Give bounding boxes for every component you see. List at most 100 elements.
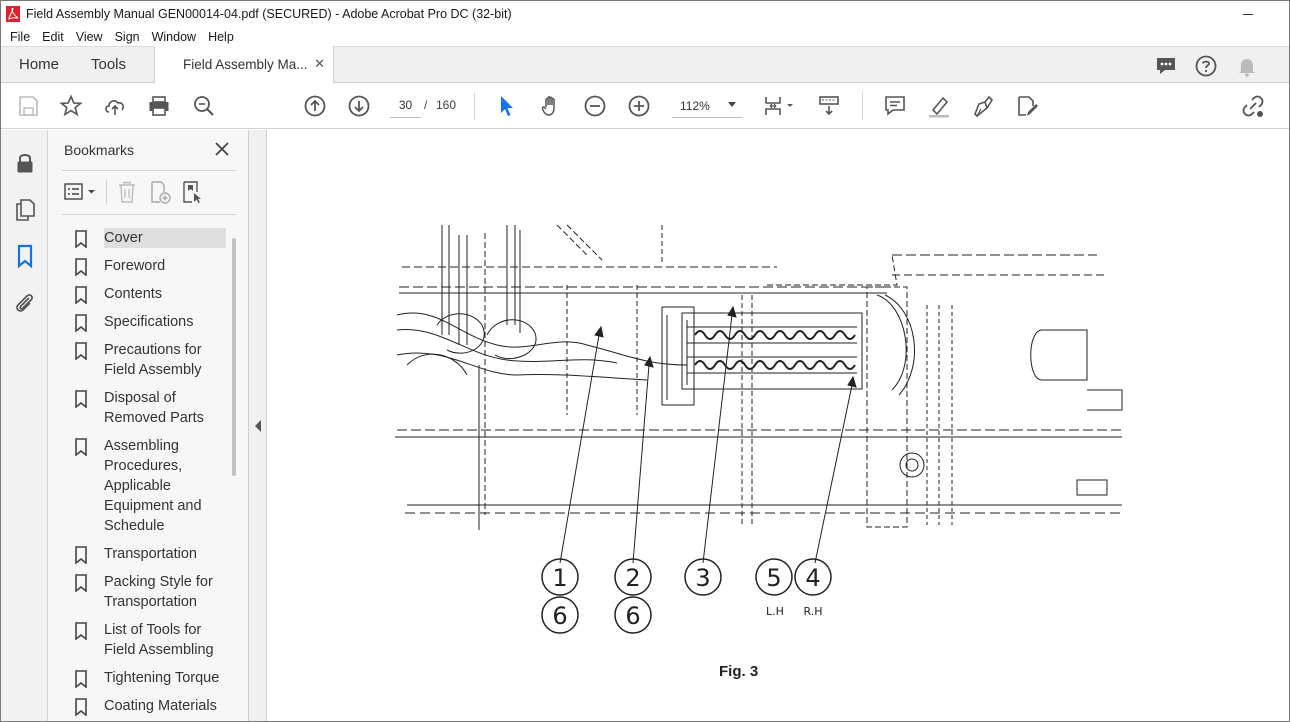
bookmark-item-contents[interactable]: Contents [74, 281, 232, 309]
highlight-icon[interactable] [927, 94, 951, 118]
menu-edit[interactable]: Edit [36, 30, 70, 44]
tab-bar: Home Tools Field Assembly Ma... ✕ [1, 46, 1289, 83]
bookmark-list: Cover Foreword Contents Specifications P… [74, 225, 232, 721]
bookmark-item-cover[interactable]: Cover [74, 225, 232, 253]
expand-bookmark-icon[interactable] [180, 180, 204, 204]
tab-document[interactable]: Field Assembly Ma... ✕ [154, 46, 334, 83]
bookmark-label: Cover [104, 228, 226, 248]
previous-page-icon[interactable] [303, 94, 327, 118]
scroll-mode-icon[interactable] [817, 94, 841, 118]
bookmark-icon [75, 698, 87, 716]
tab-home[interactable]: Home [19, 56, 59, 73]
bookmarks-panel: Bookmarks Cover Foreword Contents Specif… [48, 130, 249, 721]
minimize-button[interactable] [1233, 3, 1263, 25]
toolbar-divider [862, 92, 863, 120]
bookmark-label: Precautions for Field Assembly [104, 342, 202, 378]
document-view[interactable]: 1 6 2 6 3 5 4 L.H R.H Fig. 3 [267, 130, 1289, 721]
bookmark-icon [75, 574, 87, 592]
bookmark-icon [75, 258, 87, 276]
navigation-rail [1, 130, 48, 721]
panel-divider [62, 170, 236, 171]
share-link-icon[interactable] [1241, 94, 1265, 118]
bookmark-label: Tightening Torque [104, 670, 220, 686]
bookmark-item-assembling[interactable]: Assembling Procedures, Applicable Equipm… [74, 433, 232, 541]
menu-view[interactable]: View [70, 30, 109, 44]
collapse-panel-icon[interactable] [255, 420, 261, 432]
tab-tools[interactable]: Tools [91, 56, 126, 73]
chevron-down-icon [728, 102, 736, 107]
bookmark-icon [75, 286, 87, 304]
bookmark-icon [75, 622, 87, 640]
new-bookmark-icon[interactable] [148, 180, 172, 204]
close-panel-icon[interactable] [212, 139, 232, 159]
main-toolbar: 30 / 160 112% [1, 83, 1289, 129]
bookmark-item-specifications[interactable]: Specifications [74, 309, 232, 337]
notifications-bell-icon[interactable] [1235, 54, 1259, 78]
zoom-in-icon[interactable] [627, 94, 651, 118]
bookmark-scrollbar[interactable] [232, 238, 236, 476]
callout-number: 1 [552, 564, 567, 592]
bookmark-item-transportation[interactable]: Transportation [74, 541, 232, 569]
bookmark-tools [62, 178, 242, 206]
figure-caption: Fig. 3 [719, 663, 759, 680]
select-cursor-icon[interactable] [495, 94, 519, 118]
close-icon[interactable]: ✕ [314, 56, 325, 72]
callout-label-rh: R.H [803, 605, 822, 618]
lock-icon[interactable] [12, 150, 38, 176]
acrobat-logo-icon [6, 6, 20, 22]
bookmark-label: Packing Style for Transportation [104, 574, 213, 610]
bookmark-label: Transportation [104, 546, 197, 562]
edit-fill-icon[interactable] [1015, 94, 1039, 118]
bookmark-icon [75, 546, 87, 564]
hand-tool-icon[interactable] [539, 94, 563, 118]
help-icon[interactable] [1194, 54, 1218, 78]
bookmark-item-packing[interactable]: Packing Style for Transportation [74, 569, 232, 617]
upload-cloud-icon[interactable] [103, 94, 127, 118]
bookmark-label: Assembling Procedures, Applicable Equipm… [104, 438, 202, 534]
zoom-search-icon[interactable] [192, 94, 216, 118]
acrobat-window: Field Assembly Manual GEN00014-04.pdf (S… [0, 0, 1290, 722]
bookmark-icon [75, 390, 87, 408]
bookmarks-icon[interactable] [12, 243, 38, 269]
pages-icon[interactable] [12, 196, 38, 222]
next-page-icon[interactable] [347, 94, 371, 118]
page-separator: / [424, 98, 428, 112]
bookmark-label: Foreword [104, 258, 166, 274]
menu-file[interactable]: File [4, 30, 36, 44]
bookmark-item-precautions[interactable]: Precautions for Field Assembly [74, 337, 232, 385]
bookmark-item-coating[interactable]: Coating Materials [74, 693, 232, 721]
menu-sign[interactable]: Sign [109, 30, 146, 44]
bookmark-item-tools-list[interactable]: List of Tools for Field Assembling [74, 617, 232, 665]
panel-splitter[interactable] [249, 130, 267, 721]
print-icon[interactable] [147, 94, 171, 118]
page-total: 160 [436, 98, 457, 112]
add-comment-icon[interactable] [883, 94, 907, 118]
delete-bookmark-icon[interactable] [116, 180, 138, 204]
draw-sign-icon[interactable] [971, 94, 995, 118]
bookmark-icon [75, 314, 87, 332]
zoom-level-select[interactable]: 112% [672, 93, 742, 118]
tab-document-label: Field Assembly Ma... [183, 57, 308, 72]
bookmark-star-icon[interactable] [59, 94, 83, 118]
page-fit-icon[interactable] [763, 94, 797, 118]
comment-bubble-icon[interactable] [1154, 54, 1178, 78]
menu-help[interactable]: Help [202, 30, 240, 44]
zoom-out-icon[interactable] [583, 94, 607, 118]
bookmark-label: Contents [104, 286, 163, 302]
zoom-value: 112% [680, 99, 710, 113]
options-menu-icon[interactable] [64, 181, 100, 203]
page-number-input[interactable]: 30 [390, 93, 421, 118]
panel-divider [62, 214, 236, 215]
callout-label-lh: L.H [766, 605, 784, 618]
tools-divider [106, 180, 107, 204]
bookmark-item-foreword[interactable]: Foreword [74, 253, 232, 281]
bookmark-item-disposal[interactable]: Disposal of Removed Parts [74, 385, 232, 433]
bookmark-label: Specifications [104, 314, 194, 330]
attachments-icon[interactable] [12, 290, 38, 316]
bookmark-item-tightening[interactable]: Tightening Torque [74, 665, 232, 693]
save-icon[interactable] [16, 94, 40, 118]
engineering-drawing: 1 6 2 6 3 5 4 L.H R.H [395, 224, 1123, 634]
menu-window[interactable]: Window [146, 30, 202, 44]
callout-number: 6 [625, 602, 640, 630]
bookmark-icon [75, 342, 87, 360]
